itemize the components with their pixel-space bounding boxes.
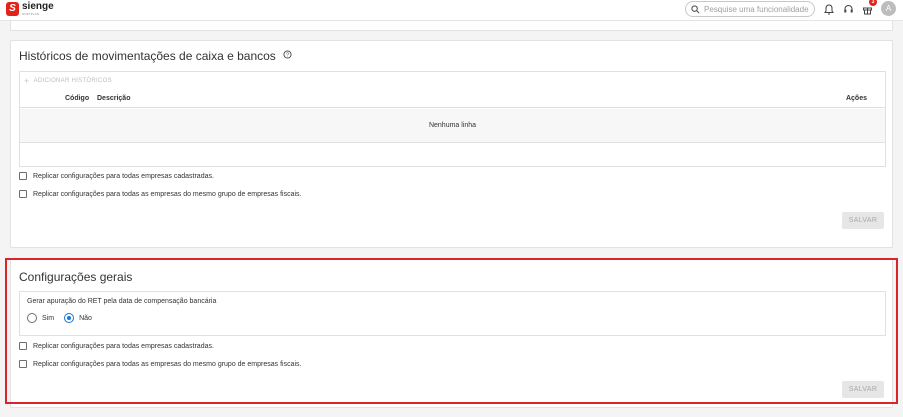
historicos-save-button[interactable]: SALVAR bbox=[842, 212, 884, 229]
historicos-card: Históricos de movimentações de caixa e b… bbox=[10, 40, 893, 248]
search-box[interactable] bbox=[685, 1, 815, 17]
previous-card-bottom bbox=[10, 21, 893, 31]
column-codigo[interactable]: Código bbox=[65, 95, 89, 102]
geral-replicar-grupo-checkbox[interactable] bbox=[19, 360, 27, 368]
support-icon[interactable] bbox=[842, 3, 854, 15]
replicar-grupo-checkbox[interactable] bbox=[19, 190, 27, 198]
radio-nao-button[interactable] bbox=[64, 313, 75, 323]
logo-name: sienge bbox=[22, 1, 54, 12]
replicar-grupo-row[interactable]: Replicar configurações para todas as emp… bbox=[19, 190, 301, 198]
bell-icon[interactable] bbox=[823, 3, 835, 15]
geral-replicar-todas-row[interactable]: Replicar configurações para todas empres… bbox=[19, 342, 214, 350]
radio-sim[interactable]: Sim bbox=[27, 313, 54, 323]
geral-replicar-grupo-row[interactable]: Replicar configurações para todas as emp… bbox=[19, 360, 301, 368]
ret-radio-group: Sim Não bbox=[27, 313, 102, 323]
geral-save-button[interactable]: SALVAR bbox=[842, 381, 884, 398]
configuracoes-gerais-title: Configurações gerais bbox=[19, 270, 133, 284]
geral-replicar-todas-checkbox[interactable] bbox=[19, 342, 27, 350]
help-icon[interactable]: ? bbox=[283, 50, 292, 59]
replicar-todas-row[interactable]: Replicar configurações para todas empres… bbox=[19, 172, 214, 180]
add-historicos-button[interactable]: + ADICIONAR HISTÓRICOS bbox=[24, 76, 112, 86]
avatar[interactable]: A bbox=[881, 1, 896, 16]
radio-sim-label: Sim bbox=[42, 314, 55, 322]
historicos-title: Históricos de movimentações de caixa e b… bbox=[19, 49, 292, 63]
historicos-title-text: Históricos de movimentações de caixa e b… bbox=[19, 49, 276, 63]
replicar-todas-label: Replicar configurações para todas empres… bbox=[33, 172, 214, 180]
add-historicos-label: ADICIONAR HISTÓRICOS bbox=[33, 78, 112, 84]
historicos-grid: + ADICIONAR HISTÓRICOS Código Descrição … bbox=[19, 71, 886, 167]
logo-subtitle: SOFTPLAN bbox=[22, 12, 40, 16]
radio-sim-button[interactable] bbox=[27, 313, 37, 323]
radio-nao[interactable]: Não bbox=[64, 313, 92, 323]
grid-empty-message: Nenhuma linha bbox=[20, 109, 885, 143]
geral-replicar-todas-label: Replicar configurações para todas empres… bbox=[33, 342, 214, 350]
search-input[interactable] bbox=[704, 4, 809, 14]
configuracoes-gerais-card: Configurações gerais Gerar apuração do R… bbox=[10, 258, 893, 408]
notification-badge: 3 bbox=[869, 0, 877, 6]
ret-option-box: Gerar apuração do RET pela data de compe… bbox=[19, 291, 886, 336]
radio-nao-label: Não bbox=[79, 314, 92, 322]
column-acoes: Ações bbox=[845, 95, 867, 102]
replicar-todas-checkbox[interactable] bbox=[19, 172, 27, 180]
column-descricao[interactable]: Descrição bbox=[97, 95, 130, 102]
sienge-logo-icon: S bbox=[6, 2, 19, 16]
replicar-grupo-label: Replicar configurações para todas as emp… bbox=[33, 190, 302, 198]
geral-replicar-grupo-label: Replicar configurações para todas as emp… bbox=[33, 360, 302, 368]
grid-header: Código Descrição Ações bbox=[20, 90, 885, 108]
search-icon bbox=[691, 4, 700, 13]
sienge-logo[interactable]: S sienge SOFTPLAN bbox=[6, 2, 54, 16]
top-bar: S sienge SOFTPLAN 3 A bbox=[0, 0, 903, 21]
svg-text:?: ? bbox=[286, 53, 289, 59]
plus-icon: + bbox=[24, 76, 30, 86]
ret-question-label: Gerar apuração do RET pela data de compe… bbox=[27, 298, 217, 305]
